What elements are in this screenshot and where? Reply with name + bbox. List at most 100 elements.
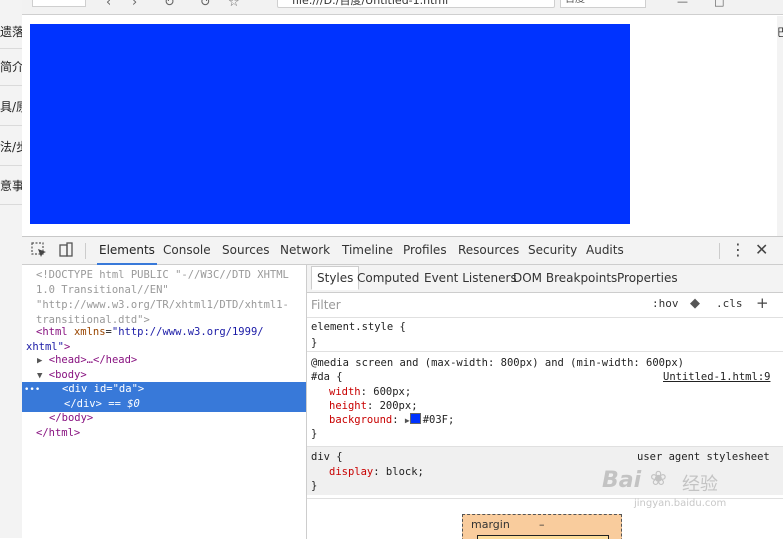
divider	[0, 204, 22, 205]
address-bar[interactable]: file:///D:/百度/Untitled-1.html	[277, 0, 555, 8]
html-node[interactable]: <html xmlns="http://www.w3.org/1999/	[36, 325, 264, 340]
collapse-arrow-icon[interactable]: ▼	[37, 371, 42, 381]
prop-name: display	[329, 466, 374, 478]
css-declaration[interactable]: width: 600px;	[329, 385, 411, 400]
tab-audits[interactable]: Audits	[586, 243, 624, 257]
page-viewport	[22, 15, 777, 236]
prop-value: block;	[385, 466, 424, 478]
toolbar-divider	[85, 243, 86, 259]
div-node[interactable]: <div id="da">	[62, 382, 144, 397]
body-close-node[interactable]: </body>	[49, 411, 93, 426]
history-icon[interactable]: ↺	[200, 0, 211, 10]
tab-resources[interactable]: Resources	[458, 243, 519, 257]
rule-divider	[307, 351, 783, 352]
node-actions-icon[interactable]: •••	[24, 383, 40, 398]
rule-selector[interactable]: element.style {	[311, 320, 406, 335]
subtab-event-listeners[interactable]: Event Listeners	[424, 271, 517, 285]
css-declaration[interactable]: background: ▶ #03F;	[329, 413, 454, 429]
ua-label: user agent stylesheet	[637, 451, 770, 463]
media-query: @media screen and (max-width: 800px) and…	[311, 357, 684, 369]
doctype-line[interactable]: <!DOCTYPE html PUBLIC "-//W3C//DTD XHTML	[36, 268, 289, 283]
maximize-icon[interactable]: □	[714, 0, 724, 8]
da-rule: @media screen and (max-width: 800px) and…	[307, 355, 783, 445]
divider	[0, 125, 22, 126]
watermark-brand: Bai	[602, 468, 642, 493]
tag-name: <body>	[48, 369, 87, 381]
prop-value[interactable]: #03F;	[423, 414, 455, 426]
subtab-computed[interactable]: Computed	[357, 271, 419, 285]
background-page-right-edge: 巴	[776, 16, 783, 236]
attr-name: xmlns	[73, 326, 106, 338]
divider	[0, 165, 22, 166]
minimize-icon[interactable]: —	[677, 0, 688, 8]
filter-input[interactable]: Filter	[311, 298, 341, 312]
box-model-value[interactable]: –	[539, 518, 545, 531]
color-swatch[interactable]	[409, 413, 421, 424]
watermark-brand-cjk: 经验	[682, 474, 718, 495]
divider	[0, 85, 22, 86]
bg-fragment: 意事	[0, 179, 22, 193]
rule-close: }	[311, 428, 318, 440]
selected-dom-node[interactable]: ••• <div id="da"> </div> == $0	[22, 382, 306, 412]
inspect-element-icon[interactable]	[30, 241, 48, 259]
tab-security[interactable]: Security	[528, 243, 577, 257]
back-icon[interactable]: ‹	[106, 0, 111, 10]
tab-profiles[interactable]: Profiles	[403, 243, 447, 257]
devtools-toolbar: Elements Console Sources Network Timelin…	[22, 237, 783, 265]
html-close-node[interactable]: </html>	[36, 426, 80, 441]
tag-name: <html	[36, 326, 68, 338]
device-mode-icon[interactable]	[57, 241, 75, 259]
styles-subtabs: Styles Computed Event Listeners DOM Brea…	[307, 265, 783, 293]
attr-name: id	[93, 383, 107, 395]
tab-timeline[interactable]: Timeline	[342, 243, 393, 257]
subtab-dom-breakpoints[interactable]: DOM Breakpoints	[513, 271, 617, 285]
head-node[interactable]: ▶ <head>…</head>	[37, 353, 137, 369]
bg-fragment: 巴	[777, 26, 783, 39]
devtools-panel: Elements Console Sources Network Timelin…	[22, 236, 783, 539]
more-options-icon[interactable]: ⋮	[730, 240, 746, 259]
extension-badge[interactable]: 百度	[560, 0, 646, 8]
bookmark-icon[interactable]: ☆	[228, 0, 240, 10]
selected-marker: == $0	[108, 398, 140, 410]
box-model-diagram[interactable]: margin –	[462, 514, 622, 539]
subtab-styles[interactable]: Styles	[311, 266, 360, 290]
prop-name[interactable]: width	[329, 386, 361, 398]
tab-network[interactable]: Network	[280, 243, 330, 257]
reload-icon[interactable]: ↻	[164, 0, 175, 10]
prop-name[interactable]: background	[329, 414, 392, 426]
css-declaration[interactable]: height: 200px;	[329, 399, 418, 414]
cls-toggle[interactable]: .cls	[716, 297, 743, 310]
attr-value: xhtml"	[26, 341, 64, 353]
new-rule-icon[interactable]: +	[756, 294, 769, 312]
div-close-node[interactable]: </div> == $0	[64, 397, 140, 412]
subtab-properties[interactable]: Properties	[617, 271, 678, 285]
styles-filter-bar: Filter :hov ◆ .cls +	[307, 293, 783, 318]
tab-sources[interactable]: Sources	[222, 243, 269, 257]
hov-toggle[interactable]: :hov	[652, 297, 679, 310]
doctype-line[interactable]: 1.0 Transitional//EN"	[36, 283, 169, 298]
box-model-border[interactable]	[477, 535, 609, 539]
browser-tab[interactable]	[32, 0, 86, 7]
tab-console[interactable]: Console	[163, 243, 211, 257]
browser-toolbar: ‹ › ↻ ↺ ☆ file:///D:/百度/Untitled-1.html …	[22, 0, 783, 15]
forward-icon[interactable]: ›	[132, 0, 137, 10]
prop-value[interactable]: 200px;	[380, 400, 418, 412]
css-declaration: display: block;	[329, 466, 424, 478]
tag-bracket: >	[137, 383, 145, 395]
bg-fragment: 简介	[0, 60, 22, 74]
color-format-icon[interactable]: ◆	[690, 296, 700, 311]
toolbar-divider	[719, 243, 720, 259]
tab-elements[interactable]: Elements	[97, 243, 157, 265]
rule-close: }	[311, 480, 318, 492]
source-link[interactable]: Untitled-1.html:9	[663, 370, 770, 385]
background-page-sidebar: 遗落 简介 具/原 法/步 意事	[0, 0, 23, 538]
prop-name[interactable]: height	[329, 400, 367, 412]
doctype-line[interactable]: "http://www.w3.org/TR/xhtml1/DTD/xhtml1-	[36, 298, 289, 313]
close-devtools-icon[interactable]: ✕	[755, 240, 768, 259]
box-model-label: margin	[471, 518, 510, 531]
tag-name: </html>	[36, 427, 81, 439]
rule-selector[interactable]: #da {	[311, 370, 343, 385]
expand-arrow-icon[interactable]: ▶	[37, 356, 42, 366]
paw-icon: ❀	[650, 466, 667, 490]
prop-value[interactable]: 600px;	[373, 386, 411, 398]
